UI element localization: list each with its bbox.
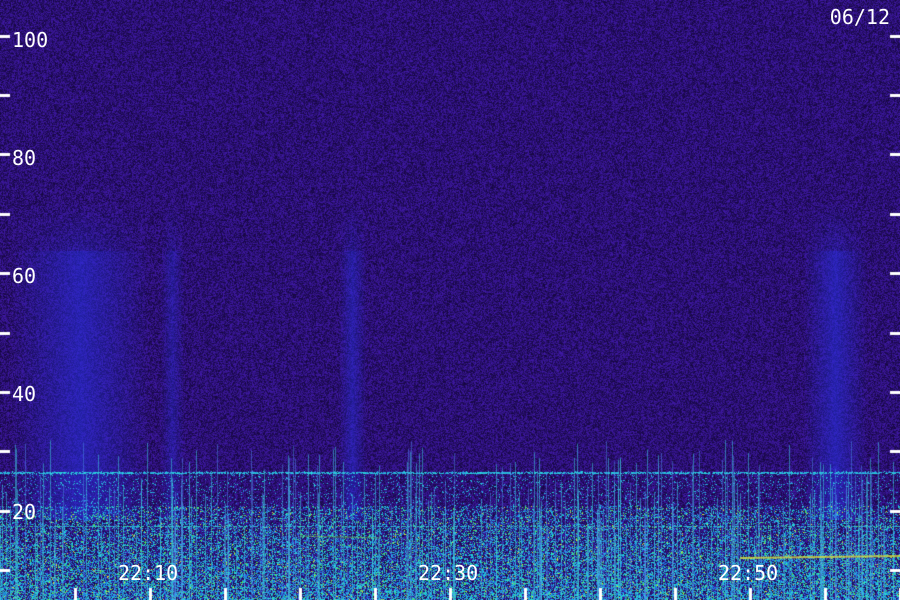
spectrogram	[0, 0, 900, 600]
y-tick-label-100: 100	[12, 28, 49, 52]
y-tick-label-80: 80	[12, 146, 37, 170]
y-tick-label-40: 40	[12, 382, 37, 406]
y-tick-label-20: 20	[12, 500, 37, 524]
x-tick-label-2210: 22:10	[118, 561, 179, 585]
date-label: 06/12	[829, 5, 890, 29]
y-tick-label-60: 60	[12, 264, 37, 288]
x-tick-label-2250: 22:50	[718, 561, 779, 585]
x-tick-label-2230: 22:30	[418, 561, 479, 585]
